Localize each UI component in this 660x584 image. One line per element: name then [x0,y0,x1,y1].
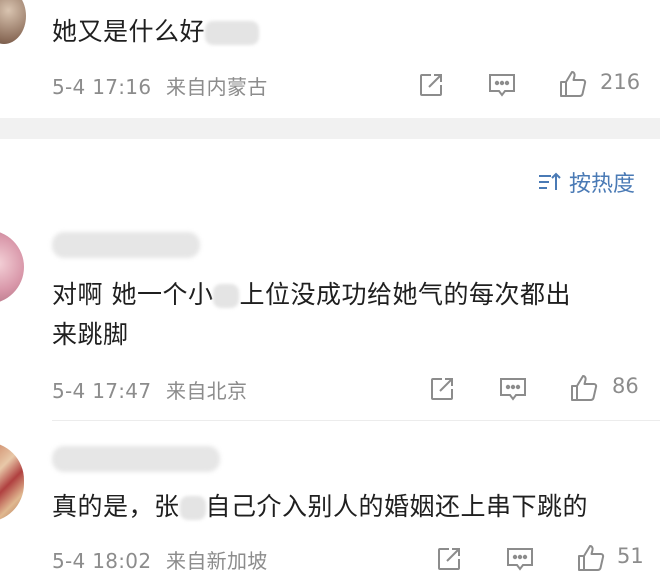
location: 来自新加坡 [166,549,268,573]
like-count: 216 [600,70,641,94]
timestamp: 5-4 18:02 [52,549,152,573]
sort-icon [539,172,561,190]
thumbs-up-icon [560,71,587,97]
comment-text-part: 她又是什么好 [52,17,206,46]
comment-text-part: 对啊 她一个小 [52,280,214,309]
comment-meta: 5-4 18:02 来自新加坡 [52,545,268,574]
blurred-text [213,284,240,308]
share-button[interactable] [414,68,448,102]
location: 来自内蒙古 [166,75,268,99]
comment-text: 对啊 她一个小 上位没成功给她气的每次都出 来跳脚 [52,275,571,355]
comment-button[interactable] [503,542,537,576]
sort-label: 按热度 [569,172,636,197]
comment-text: 她又是什么好 [52,12,260,52]
timestamp: 5-4 17:47 [52,379,152,403]
like-count: 86 [612,374,639,398]
divider [52,420,660,421]
comment-text: 真的是，张 自己介入别人的婚姻还上串下跳的 [52,487,588,527]
comment-meta: 5-4 17:47 来自北京 [52,375,247,404]
timestamp: 5-4 17:16 [52,75,152,99]
avatar[interactable] [0,442,24,522]
comment-icon [500,378,526,401]
share-icon [438,548,460,570]
share-icon [431,378,453,400]
share-button[interactable] [425,372,459,406]
share-icon [420,74,442,96]
share-button[interactable] [432,542,466,576]
username-blurred[interactable] [52,232,200,258]
username-blurred[interactable] [52,446,220,472]
comment-text-part: 上位没成功给她气的每次都出 [239,280,571,309]
location: 来自北京 [166,379,248,403]
avatar[interactable] [0,230,24,304]
blurred-text [179,496,206,520]
blurred-text [205,21,260,45]
comment-text-line: 来跳脚 [52,320,129,349]
comment-meta: 5-4 17:16 来自内蒙古 [52,71,268,100]
section-divider [0,118,660,139]
like-button[interactable] [573,540,609,576]
comment-button[interactable] [496,372,530,406]
like-button[interactable] [555,66,591,102]
thumbs-up-icon [578,545,605,571]
comment-text-part: 真的是，张 [52,492,180,521]
thumbs-up-icon [571,375,598,401]
like-button[interactable] [566,370,602,406]
like-count: 51 [617,544,644,568]
comment-button[interactable] [485,68,519,102]
comment-icon [489,74,515,97]
avatar[interactable] [0,0,26,44]
comment-icon [507,548,533,571]
comment-text-part: 自己介入别人的婚姻还上串下跳的 [205,492,589,521]
sort-by-hot-button[interactable]: 按热度 [537,166,635,198]
